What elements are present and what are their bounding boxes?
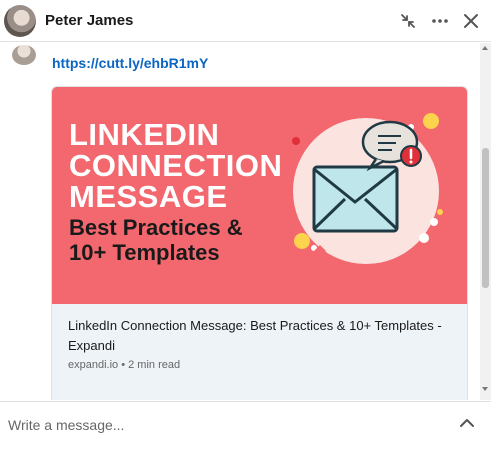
minimize-button[interactable] [395, 8, 421, 34]
image-subline-line: 10+ Templates [69, 240, 220, 265]
sender-avatar[interactable] [12, 45, 36, 65]
close-button[interactable] [458, 8, 484, 34]
envelope-illustration [292, 113, 443, 264]
message-link[interactable]: https://cutt.ly/ehbR1mY [52, 55, 208, 71]
link-preview-caption: LinkedIn Connection Message: Best Practi… [52, 304, 467, 400]
image-subline-line: Best Practices & [69, 215, 243, 240]
link-preview-title[interactable]: LinkedIn Connection Message: Best Practi… [68, 316, 448, 356]
expand-composer-button[interactable] [456, 414, 478, 432]
scroll-up-arrow-icon[interactable] [482, 46, 488, 50]
message-input[interactable] [8, 414, 438, 436]
thread-scrollbar[interactable] [480, 43, 491, 400]
contact-name[interactable]: Peter James [45, 12, 133, 29]
message-composer [0, 401, 491, 463]
image-subline: Best Practices & 10+ Templates [69, 215, 243, 265]
scroll-down-arrow-icon[interactable] [482, 387, 488, 391]
image-headline-line: CONNECTION [69, 148, 283, 183]
image-headline: LINKEDIN CONNECTION MESSAGE [69, 119, 282, 212]
link-preview-image: LINKEDIN CONNECTION MESSAGE Best Practic… [52, 87, 467, 304]
compress-icon [401, 14, 415, 28]
avatar[interactable] [4, 5, 36, 37]
close-icon [464, 14, 478, 28]
more-options-button[interactable] [427, 8, 453, 34]
scrollbar-thumb[interactable] [482, 148, 489, 288]
message-thread[interactable]: https://cutt.ly/ehbR1mY LINKEDIN CONNECT… [0, 43, 491, 400]
link-preview-card[interactable]: LINKEDIN CONNECTION MESSAGE Best Practic… [51, 86, 468, 400]
more-horizontal-icon [432, 19, 448, 23]
image-headline-line: LINKEDIN [69, 117, 220, 152]
conversation-header: Peter James [0, 0, 491, 42]
link-preview-meta: expandi.io • 2 min read [68, 359, 181, 371]
chevron-up-icon [460, 419, 474, 427]
image-headline-line: MESSAGE [69, 179, 228, 214]
